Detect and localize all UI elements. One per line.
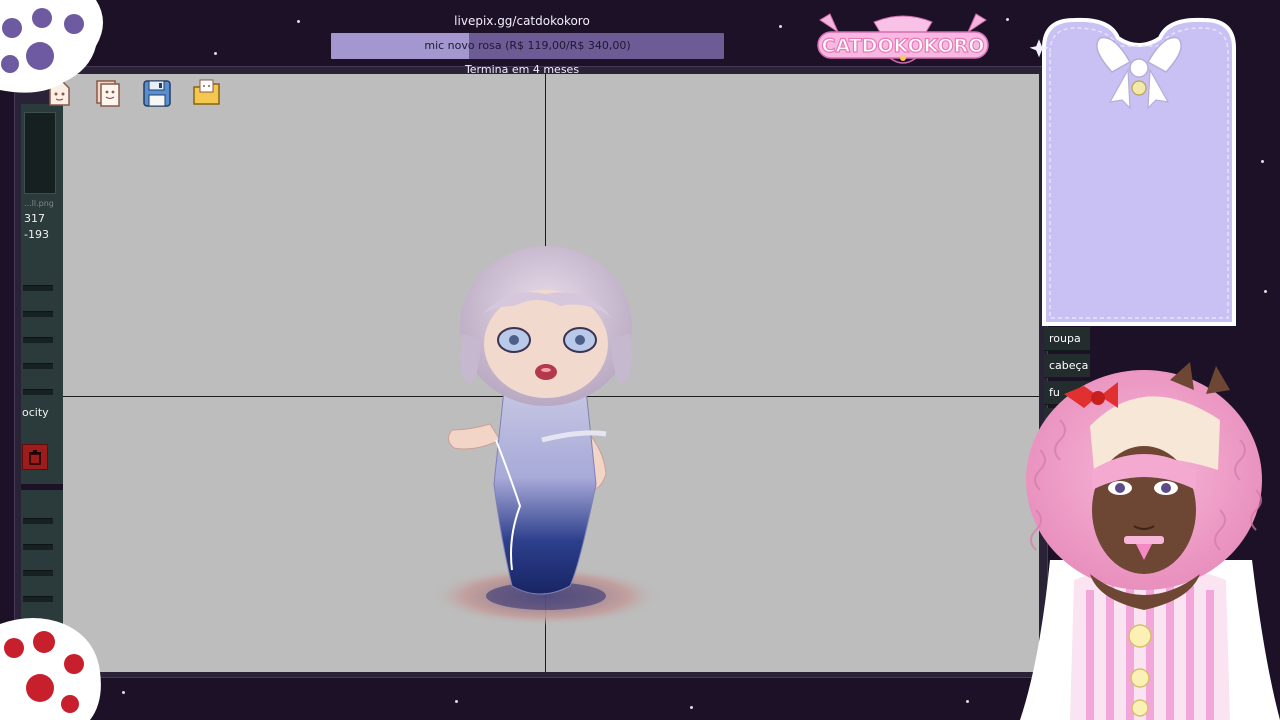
- file-name-label: ...ll.png: [24, 199, 54, 208]
- star-decoration: [1006, 18, 1009, 21]
- star-decoration: [455, 700, 458, 703]
- brand-logo-text: CATDOKOKORO: [822, 35, 985, 57]
- opacity-label: ocity: [22, 406, 49, 419]
- slider-notch[interactable]: [23, 596, 53, 602]
- star-decoration: [966, 700, 969, 703]
- slider-notch[interactable]: [23, 544, 53, 550]
- doll-sprite[interactable]: [420, 234, 680, 634]
- save-icon: [143, 80, 171, 107]
- star-decoration: [1264, 290, 1267, 293]
- open-folder-icon: [193, 79, 220, 105]
- paw-decoration: [0, 0, 103, 93]
- goal-progress-bar: mic novo rosa (R$ 119,00/R$ 340,00): [331, 33, 724, 59]
- donation-url: livepix.gg/catdokokoro: [454, 14, 590, 28]
- slider-notch[interactable]: [23, 518, 53, 524]
- open-folder-button[interactable]: [190, 76, 224, 110]
- slider-notch[interactable]: [23, 389, 53, 395]
- goal-label: mic novo rosa (R$ 119,00/R$ 340,00): [424, 39, 631, 52]
- chat-frame: [1030, 17, 1236, 326]
- coord-x-value: 317: [24, 212, 45, 225]
- coord-y-value: -193: [24, 228, 49, 241]
- slider-notch[interactable]: [23, 363, 53, 369]
- star-decoration: [122, 691, 125, 694]
- layer-preview-box: [24, 112, 56, 194]
- save-button[interactable]: [140, 76, 174, 110]
- star-decoration: [214, 52, 217, 55]
- slider-notch[interactable]: [23, 570, 53, 576]
- goal-remaining-time: Termina em 4 meses: [464, 63, 580, 76]
- star-decoration: [779, 25, 782, 28]
- panel-divider: [21, 484, 63, 490]
- paw-decoration: [0, 618, 101, 720]
- slider-notch[interactable]: [23, 285, 53, 291]
- trash-icon: [29, 450, 41, 465]
- star-decoration: [297, 20, 300, 23]
- star-decoration: [690, 706, 693, 709]
- slider-notch[interactable]: [23, 337, 53, 343]
- vtuber-avatar: [1020, 362, 1280, 720]
- slider-notch[interactable]: [23, 311, 53, 317]
- brand-logo: CATDOKOKORO: [817, 13, 989, 64]
- star-decoration: [1261, 160, 1264, 163]
- delete-layer-button[interactable]: [22, 444, 48, 470]
